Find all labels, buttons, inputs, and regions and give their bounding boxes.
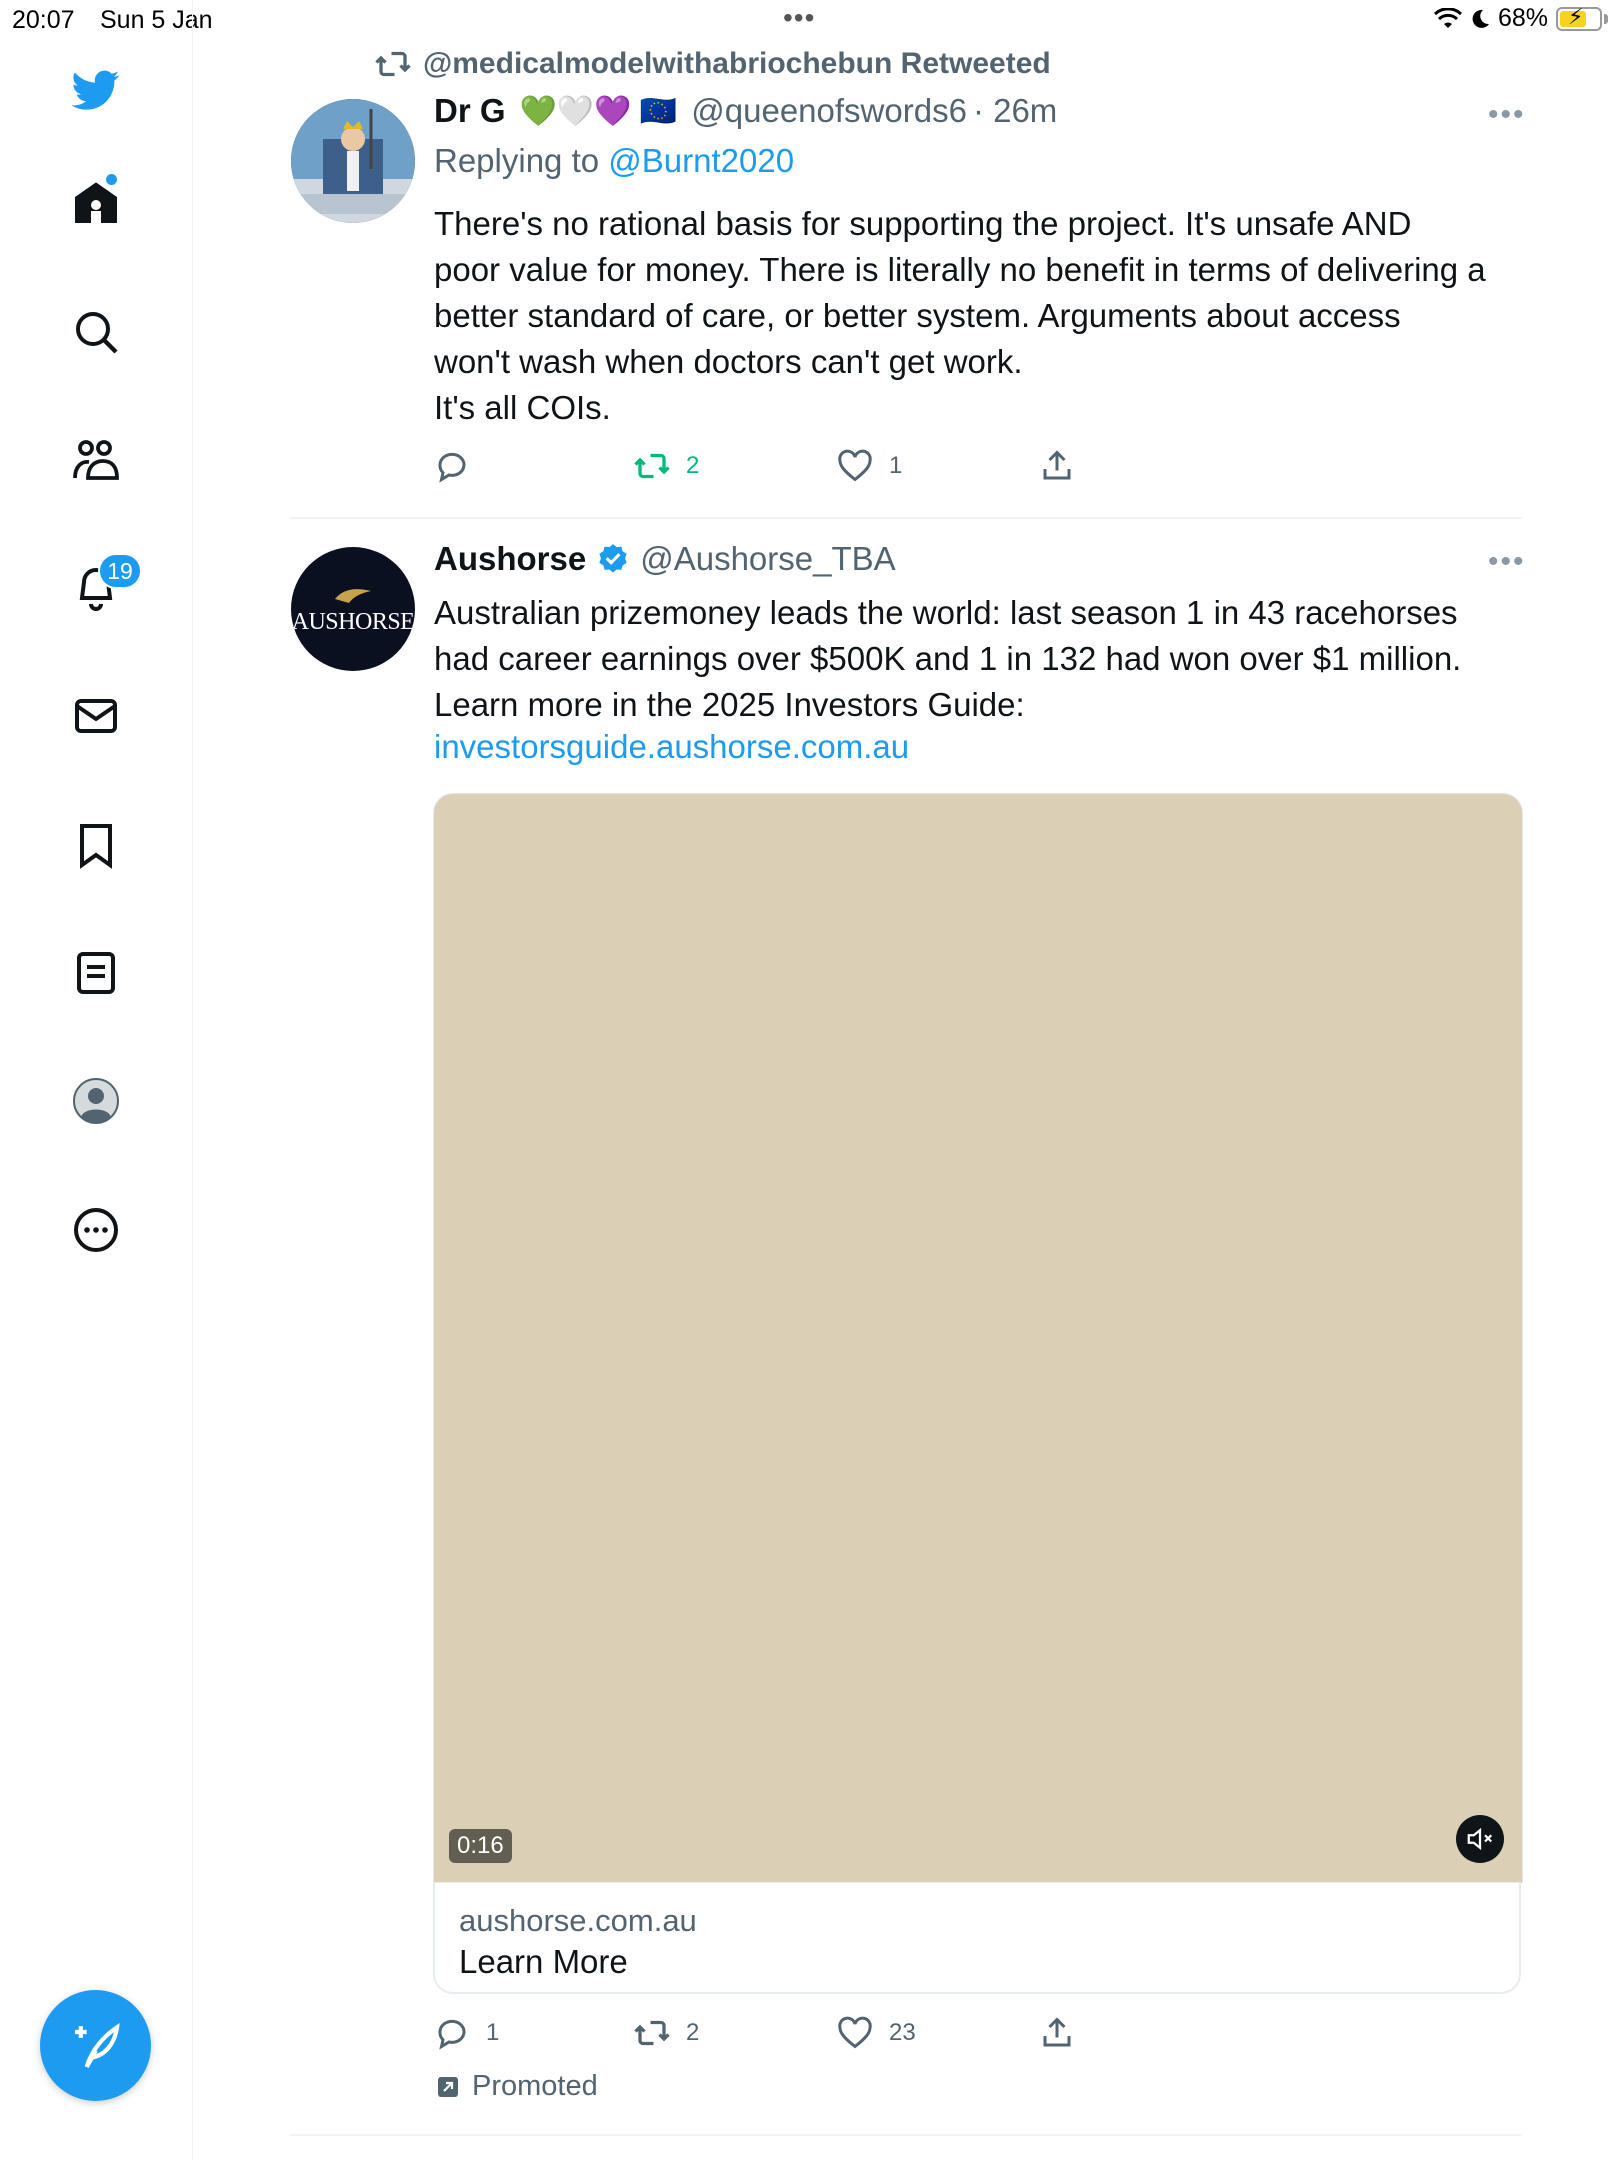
home-unread-dot: [106, 174, 117, 185]
retweet-icon: [634, 453, 670, 479]
user-handle[interactable]: @queenofswords6: [691, 92, 967, 130]
reply-icon: [438, 2019, 466, 2050]
replying-to: Replying to @Burnt2020: [434, 142, 794, 180]
retweet-button[interactable]: 2: [634, 448, 699, 484]
lists-icon[interactable]: [68, 945, 124, 1001]
link-card[interactable]: aushorse.com.au Learn More: [433, 1882, 1521, 1994]
compose-tweet-icon: [74, 2022, 120, 2068]
share-button[interactable]: [1039, 448, 1075, 484]
messages-icon[interactable]: [68, 688, 124, 744]
name-emoji: 💚🤍💜 🇪🇺: [519, 94, 678, 128]
heart-icon: [838, 449, 872, 482]
notification-count-badge: 19: [98, 553, 142, 589]
user-handle[interactable]: @Aushorse_TBA: [640, 540, 895, 578]
wifi-icon: [1433, 7, 1462, 28]
reply-count: 1: [486, 2019, 500, 2046]
communities-icon[interactable]: [68, 432, 124, 488]
retweet-count: 2: [686, 2019, 700, 2046]
tweet-actions: 1 2 23: [434, 2015, 1134, 2055]
battery-icon: ⚡: [1556, 4, 1602, 31]
replying-prefix: Replying to: [434, 142, 609, 179]
tweet-more-options-icon[interactable]: •••: [1488, 545, 1526, 579]
promoted-text: Promoted: [472, 2070, 598, 2102]
reply-button[interactable]: 1: [434, 2015, 499, 2051]
muted-speaker-icon: [1467, 1827, 1493, 1851]
twitter-logo-icon[interactable]: [68, 62, 124, 118]
like-count: 23: [889, 2019, 916, 2046]
tweet-divider: [290, 2134, 1522, 2136]
moon-icon: [1472, 9, 1489, 28]
promoted-label: Promoted: [436, 2070, 598, 2103]
explore-icon[interactable]: [68, 304, 124, 360]
replying-to-handle[interactable]: @Burnt2020: [608, 142, 794, 179]
profile-icon[interactable]: [68, 1073, 124, 1129]
like-count: 1: [889, 452, 903, 479]
promoted-icon: [438, 2076, 458, 2097]
tweet-actions: 2 1: [434, 448, 1134, 488]
tweet-header: Aushorse @Aushorse_TBA: [434, 540, 896, 578]
like-button[interactable]: 1: [837, 448, 902, 484]
compose-tweet-button[interactable]: [40, 1990, 151, 2101]
tweet-divider: [290, 517, 1522, 519]
multitasking-dots-icon[interactable]: •••: [783, 2, 815, 34]
tweet-text: There's no rational basis for supporting…: [434, 205, 1486, 426]
display-name[interactable]: Dr G: [434, 92, 506, 130]
aushorse-logo-icon: [335, 589, 371, 603]
status-indicators: 68% ⚡: [1433, 4, 1608, 33]
video-duration: 0:16: [449, 1829, 512, 1863]
video-player[interactable]: [433, 793, 1523, 1883]
tweet-more-options-icon[interactable]: •••: [1488, 98, 1526, 132]
battery-percent: 68%: [1497, 4, 1548, 32]
retweet-count: 2: [686, 452, 700, 479]
like-button[interactable]: 23: [837, 2015, 916, 2051]
tarot-card-avatar-image: [291, 99, 415, 223]
verified-badge-icon: [599, 544, 627, 573]
avatar[interactable]: [291, 99, 415, 223]
sidebar: 19: [0, 0, 193, 2160]
reply-icon: [438, 452, 466, 483]
display-name[interactable]: Aushorse: [434, 540, 586, 578]
retweet-icon: [375, 51, 411, 77]
avatar-text: AUSHORSE: [291, 608, 415, 635]
bookmarks-icon[interactable]: [68, 817, 124, 873]
retweet-button[interactable]: 2: [634, 2015, 699, 2051]
share-icon: [1043, 2017, 1071, 2047]
mute-toggle-button[interactable]: [1456, 1815, 1504, 1863]
more-icon[interactable]: [68, 1202, 124, 1258]
share-button[interactable]: [1039, 2015, 1075, 2051]
retweet-icon: [634, 2020, 670, 2046]
tweet-header: Dr G 💚🤍💜 🇪🇺 @queenofswords6 · 26m: [434, 92, 1057, 130]
retweet-context[interactable]: @medicalmodelwithabriochebun Retweeted: [375, 46, 1051, 82]
battery-nub: [1604, 13, 1608, 24]
tweet-timestamp[interactable]: · 26m: [973, 92, 1057, 130]
card-domain: aushorse.com.au: [459, 1903, 697, 1938]
heart-icon: [838, 2016, 872, 2049]
avatar[interactable]: AUSHORSE: [291, 547, 415, 671]
share-icon: [1043, 450, 1071, 480]
tweet-text: Australian prizemoney leads the world: l…: [434, 594, 1462, 723]
reply-button[interactable]: [434, 448, 486, 484]
retweeted-by-text: @medicalmodelwithabriochebun Retweeted: [423, 47, 1051, 80]
learn-more-link[interactable]: Learn More: [459, 1943, 628, 1981]
home-icon[interactable]: [68, 175, 124, 231]
tweet-link[interactable]: investorsguide.aushorse.com.au: [434, 728, 909, 766]
